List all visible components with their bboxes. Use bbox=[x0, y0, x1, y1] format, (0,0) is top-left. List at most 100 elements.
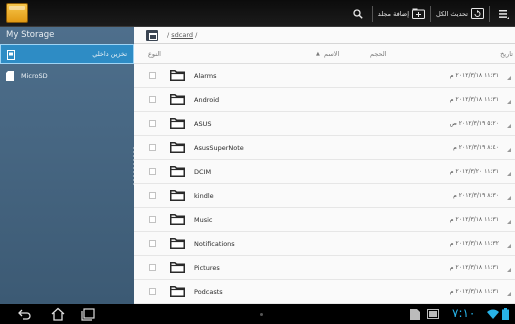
file-row[interactable]: Podcasts ١١:٣١ ٢٠١٢/٣/١٨ م bbox=[134, 280, 515, 304]
internal-storage-icon bbox=[7, 50, 15, 60]
row-checkbox[interactable] bbox=[149, 288, 156, 295]
row-corner-arrow-icon bbox=[507, 220, 511, 224]
row-checkbox[interactable] bbox=[149, 216, 156, 223]
file-date: ١١:٣١ ٢٠١٢/٣/١٨ م bbox=[449, 96, 499, 103]
file-row[interactable]: Music ١١:٣١ ٢٠١٢/٣/١٨ م bbox=[134, 208, 515, 232]
file-list-pane: / sdcard / النوع ▲ الاسم الحجم تاريخ Ala… bbox=[134, 27, 515, 304]
column-header: النوع ▲ الاسم الحجم تاريخ bbox=[134, 44, 515, 64]
file-row[interactable]: Alarms ١١:٣١ ٢٠١٢/٣/١٨ م bbox=[134, 64, 515, 88]
file-row[interactable]: DCIM ١١:٣١ ٢٠١٢/٣/٢٠ م bbox=[134, 160, 515, 184]
row-checkbox[interactable] bbox=[149, 168, 156, 175]
status-clock: ٧:١٠ bbox=[452, 306, 476, 320]
action-bar-actions: إضافة مجلد تحديث الكل bbox=[349, 0, 515, 27]
sidebar-item-microsd[interactable]: MicroSD bbox=[0, 66, 134, 86]
file-date: ١١:٣١ ٢٠١٢/٣/٢٠ م bbox=[449, 168, 499, 175]
file-row[interactable]: Android ١١:٣١ ٢٠١٢/٣/١٨ م bbox=[134, 88, 515, 112]
sidebar-title: My Storage bbox=[6, 30, 55, 40]
refresh-all-button[interactable]: تحديث الكل bbox=[436, 8, 484, 19]
storage-sidebar: My Storage تخزين داخلي MicroSD bbox=[0, 27, 136, 304]
row-checkbox[interactable] bbox=[149, 192, 156, 199]
overflow-menu-button[interactable] bbox=[495, 9, 515, 19]
row-checkbox[interactable] bbox=[149, 144, 156, 151]
breadcrumb-trailing: / bbox=[195, 31, 198, 39]
folder-icon bbox=[170, 286, 185, 297]
search-icon bbox=[353, 8, 363, 19]
file-date: ١١:٣١ ٢٠١٢/٣/١٨ م bbox=[449, 72, 499, 79]
file-manager-app: إضافة مجلد تحديث الكل My Storage تخزين د… bbox=[0, 0, 515, 324]
nav-center-dot bbox=[260, 313, 263, 316]
breadcrumb: / sdcard / bbox=[167, 31, 197, 39]
row-checkbox[interactable] bbox=[149, 120, 156, 127]
file-date: ٥:٢٠ ٢٠١٢/٣/١٩ ص bbox=[449, 120, 499, 127]
row-checkbox[interactable] bbox=[149, 72, 156, 79]
folder-icon bbox=[170, 262, 185, 273]
file-date: ٨:٣٠ ٢٠١٢/٣/١٩ م bbox=[453, 192, 499, 199]
recent-apps-icon[interactable] bbox=[80, 307, 96, 321]
row-checkbox[interactable] bbox=[149, 240, 156, 247]
file-name: Android bbox=[194, 96, 220, 104]
file-row[interactable]: ASUS ٥:٢٠ ٢٠١٢/٣/١٩ ص bbox=[134, 112, 515, 136]
column-header-date[interactable]: تاريخ bbox=[500, 50, 513, 58]
file-date: ١١:٣٢ ٢٠١٢/٣/١٨ م bbox=[449, 240, 499, 247]
file-name: Alarms bbox=[194, 72, 217, 80]
file-name: Pictures bbox=[194, 264, 220, 272]
system-nav-bar: ٧:١٠ bbox=[0, 304, 515, 324]
notification-screenshot-icon bbox=[427, 309, 439, 319]
wifi-icon bbox=[487, 309, 499, 319]
file-date: ١١:٣١ ٢٠١٢/٣/١٨ م bbox=[449, 288, 499, 295]
row-corner-arrow-icon bbox=[507, 100, 511, 104]
home-icon[interactable] bbox=[50, 307, 66, 321]
file-name: AsusSuperNote bbox=[194, 144, 244, 152]
folder-icon bbox=[170, 214, 185, 225]
file-date: ٨:٤٠ ٢٠١٢/٣/١٩ م bbox=[453, 144, 499, 151]
row-corner-arrow-icon bbox=[507, 148, 511, 152]
refresh-all-label: تحديث الكل bbox=[436, 9, 468, 18]
menu-icon bbox=[499, 9, 509, 19]
file-name: DCIM bbox=[194, 168, 212, 176]
file-row[interactable]: kindle ٨:٣٠ ٢٠١٢/٣/١٩ م bbox=[134, 184, 515, 208]
row-corner-arrow-icon bbox=[507, 76, 511, 80]
folder-icon bbox=[170, 190, 185, 201]
sidebar-item-label: تخزين داخلي bbox=[92, 50, 127, 58]
row-corner-arrow-icon bbox=[507, 244, 511, 248]
new-folder-button[interactable]: إضافة مجلد bbox=[377, 8, 426, 19]
file-name: Podcasts bbox=[194, 288, 223, 296]
file-name: kindle bbox=[194, 192, 214, 200]
notification-file-icon bbox=[410, 309, 420, 320]
up-folder-button[interactable] bbox=[146, 29, 158, 41]
back-icon[interactable] bbox=[17, 307, 33, 321]
file-row[interactable]: Pictures ١١:٣١ ٢٠١٢/٣/١٨ م bbox=[134, 256, 515, 280]
folder-icon bbox=[170, 142, 185, 153]
folder-icon bbox=[170, 118, 185, 129]
sort-ascending-icon: ▲ bbox=[316, 51, 320, 57]
file-row[interactable]: Notifications ١١:٣٢ ٢٠١٢/٣/١٨ م bbox=[134, 232, 515, 256]
row-corner-arrow-icon bbox=[507, 292, 511, 296]
file-name: ASUS bbox=[194, 120, 212, 128]
battery-icon bbox=[502, 308, 509, 320]
path-bar: / sdcard / bbox=[134, 27, 515, 44]
row-checkbox[interactable] bbox=[149, 96, 156, 103]
breadcrumb-segment-sdcard[interactable]: sdcard bbox=[171, 31, 193, 39]
file-list: Alarms ١١:٣١ ٢٠١٢/٣/١٨ م Android ١١:٣١ ٢٠١٢… bbox=[134, 64, 515, 304]
action-separator bbox=[489, 5, 490, 22]
file-row[interactable]: AsusSuperNote ٨:٤٠ ٢٠١٢/٣/١٩ م bbox=[134, 136, 515, 160]
breadcrumb-root[interactable]: / bbox=[167, 31, 169, 39]
sidebar-item-label: MicroSD bbox=[21, 72, 48, 80]
folder-icon bbox=[170, 238, 185, 249]
file-name: Music bbox=[194, 216, 213, 224]
column-header-type[interactable]: النوع bbox=[148, 50, 161, 58]
search-button[interactable] bbox=[349, 8, 367, 19]
new-folder-label: إضافة مجلد bbox=[377, 9, 410, 18]
file-date: ١١:٣١ ٢٠١٢/٣/١٨ م bbox=[449, 216, 499, 223]
column-header-size[interactable]: الحجم bbox=[370, 50, 387, 58]
row-corner-arrow-icon bbox=[507, 124, 511, 128]
folder-icon bbox=[170, 94, 185, 105]
row-checkbox[interactable] bbox=[149, 264, 156, 271]
folder-icon bbox=[170, 70, 185, 81]
column-header-name[interactable]: الاسم bbox=[324, 50, 339, 58]
action-bar: إضافة مجلد تحديث الكل bbox=[0, 0, 515, 27]
row-corner-arrow-icon bbox=[507, 172, 511, 176]
sidebar-item-internal-storage[interactable]: تخزين داخلي bbox=[0, 44, 134, 64]
file-manager-app-icon[interactable] bbox=[6, 3, 28, 23]
folder-icon bbox=[170, 166, 185, 177]
